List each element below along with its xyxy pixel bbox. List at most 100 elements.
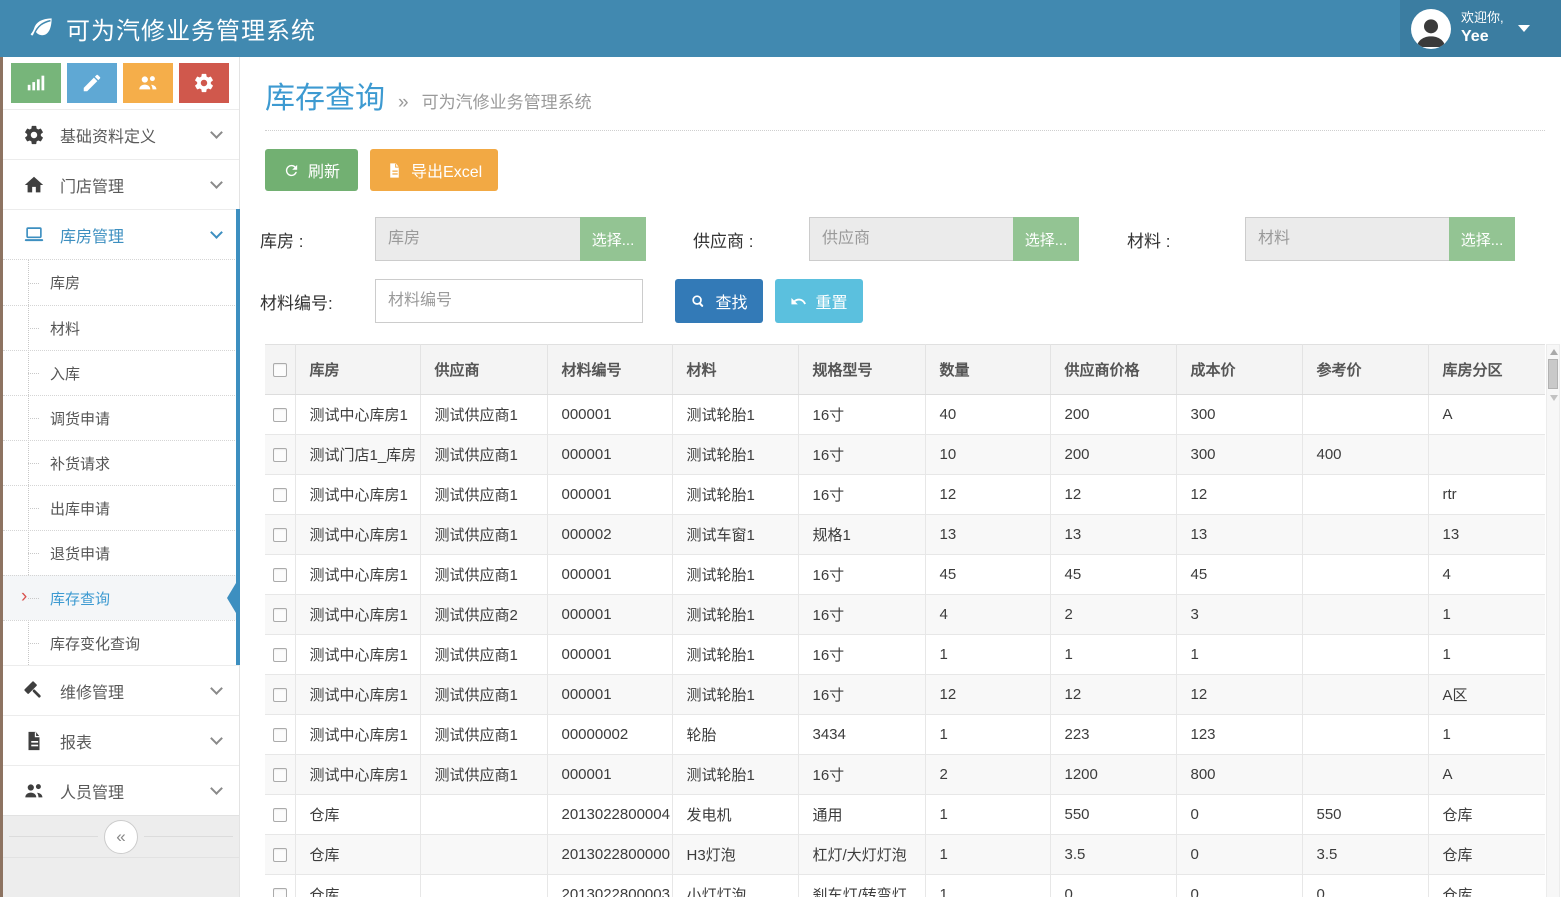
table-cell	[1302, 595, 1428, 635]
reset-button[interactable]: 重置	[775, 279, 863, 323]
supplier-input[interactable]	[809, 217, 1013, 261]
table-cell: 0	[1050, 875, 1176, 897]
home-icon	[23, 174, 45, 196]
submenu-item[interactable]: 库房	[3, 260, 239, 305]
table-cell: 测试供应商1	[420, 395, 547, 435]
collapse-icon: «	[116, 827, 125, 847]
table-cell: 12	[1050, 475, 1176, 515]
sidebar-item-base-data[interactable]: 基础资料定义	[3, 109, 239, 159]
table-cell: A	[1428, 395, 1545, 435]
sidebar-item-warehouse-mgmt[interactable]: 库房管理	[3, 209, 239, 259]
table-cell: 测试供应商2	[420, 595, 547, 635]
table-cell: 轮胎	[672, 715, 798, 755]
table-cell: 123	[1176, 715, 1302, 755]
sidebar-item-personnel[interactable]: 人员管理	[3, 765, 239, 815]
row-checkbox[interactable]	[273, 608, 287, 622]
material-input[interactable]	[1245, 217, 1449, 261]
table-cell: 2013022800003	[547, 875, 672, 897]
table-cell: 16寸	[798, 555, 925, 595]
submenu-item[interactable]: 调货申请	[3, 395, 239, 440]
sidebar-item-reports[interactable]: 报表	[3, 715, 239, 765]
table-cell	[1428, 435, 1545, 475]
vertical-scrollbar[interactable]	[1546, 344, 1560, 897]
scroll-down-arrow-icon[interactable]	[1550, 395, 1558, 401]
row-checkbox[interactable]	[273, 528, 287, 542]
table-cell: 0	[1176, 795, 1302, 835]
column-header[interactable]: 规格型号	[798, 345, 925, 395]
supplier-select-button[interactable]: 选择...	[1013, 217, 1079, 261]
table-cell	[420, 875, 547, 897]
row-checkbox[interactable]	[273, 808, 287, 822]
column-header[interactable]: 参考价	[1302, 345, 1428, 395]
submenu-item-label: 退货申请	[50, 543, 110, 564]
table-cell: 测试供应商1	[420, 755, 547, 795]
column-header[interactable]: 材料编号	[547, 345, 672, 395]
stats-quick-button[interactable]	[11, 63, 61, 103]
column-header[interactable]: 数量	[925, 345, 1050, 395]
filter-row-2: 材料编号: 查找 重置	[260, 279, 1561, 323]
table-cell	[1302, 475, 1428, 515]
table-row: 测试中心库房1测试供应商1000001测试轮胎116寸121212A区	[265, 675, 1545, 715]
table-cell: 300	[1176, 395, 1302, 435]
material-select-button[interactable]: 选择...	[1449, 217, 1515, 261]
users-icon	[137, 72, 159, 94]
user-menu[interactable]: 欢迎你, Yee	[1400, 0, 1561, 57]
row-checkbox[interactable]	[273, 648, 287, 662]
table-cell: 测试轮胎1	[672, 435, 798, 475]
sidebar-collapse-button[interactable]: «	[104, 820, 138, 854]
row-checkbox[interactable]	[273, 568, 287, 582]
sidebar-item-repair-mgmt[interactable]: 维修管理	[3, 665, 239, 715]
refresh-button[interactable]: 刷新	[265, 149, 358, 191]
table-cell: 13	[1050, 515, 1176, 555]
column-header[interactable]: 材料	[672, 345, 798, 395]
sidebar-item-store-mgmt[interactable]: 门店管理	[3, 159, 239, 209]
search-button[interactable]: 查找	[675, 279, 763, 323]
table-cell: 通用	[798, 795, 925, 835]
table-cell: 45	[925, 555, 1050, 595]
submenu-item-active[interactable]: ›库存查询	[3, 575, 239, 620]
row-checkbox[interactable]	[273, 408, 287, 422]
material-no-input[interactable]	[375, 279, 643, 323]
table-cell: 12	[1176, 475, 1302, 515]
table-cell: 1	[925, 835, 1050, 875]
users-quick-button[interactable]	[123, 63, 173, 103]
select-all-checkbox[interactable]	[273, 363, 287, 377]
submenu-item[interactable]: 库存变化查询	[3, 620, 239, 665]
table-row: 测试中心库房1测试供应商1000001测试轮胎116寸1111	[265, 635, 1545, 675]
edit-quick-button[interactable]	[67, 63, 117, 103]
submenu-item[interactable]: 退货申请	[3, 530, 239, 575]
table-cell: 16寸	[798, 395, 925, 435]
sidebar-footer: «	[3, 815, 239, 897]
scrollbar-thumb[interactable]	[1548, 359, 1558, 389]
row-checkbox[interactable]	[273, 848, 287, 862]
submenu-item[interactable]: 补货请求	[3, 440, 239, 485]
row-checkbox[interactable]	[273, 728, 287, 742]
table-cell: 1	[1176, 635, 1302, 675]
column-header[interactable]: 库房分区	[1428, 345, 1545, 395]
submenu-item-label: 补货请求	[50, 453, 110, 474]
table-cell: 13	[1176, 515, 1302, 555]
row-checkbox[interactable]	[273, 888, 287, 897]
row-checkbox[interactable]	[273, 488, 287, 502]
warehouse-input[interactable]	[375, 217, 580, 261]
table-cell: 1	[925, 795, 1050, 835]
submenu-item[interactable]: 出库申请	[3, 485, 239, 530]
table-cell: 仓库	[1428, 795, 1545, 835]
row-checkbox[interactable]	[273, 688, 287, 702]
row-checkbox[interactable]	[273, 448, 287, 462]
column-header[interactable]: 供应商价格	[1050, 345, 1176, 395]
table-cell: 测试供应商1	[420, 475, 547, 515]
table-cell: 1	[925, 715, 1050, 755]
table-cell: 13	[925, 515, 1050, 555]
row-checkbox[interactable]	[273, 768, 287, 782]
settings-quick-button[interactable]	[179, 63, 229, 103]
table-cell: 4	[925, 595, 1050, 635]
warehouse-select-button[interactable]: 选择...	[580, 217, 646, 261]
scroll-up-arrow-icon[interactable]	[1550, 349, 1558, 355]
submenu-item[interactable]: 入库	[3, 350, 239, 395]
column-header[interactable]: 库房	[295, 345, 420, 395]
column-header[interactable]: 供应商	[420, 345, 547, 395]
submenu-item[interactable]: 材料	[3, 305, 239, 350]
export-excel-button[interactable]: 导出Excel	[370, 149, 498, 191]
column-header[interactable]: 成本价	[1176, 345, 1302, 395]
